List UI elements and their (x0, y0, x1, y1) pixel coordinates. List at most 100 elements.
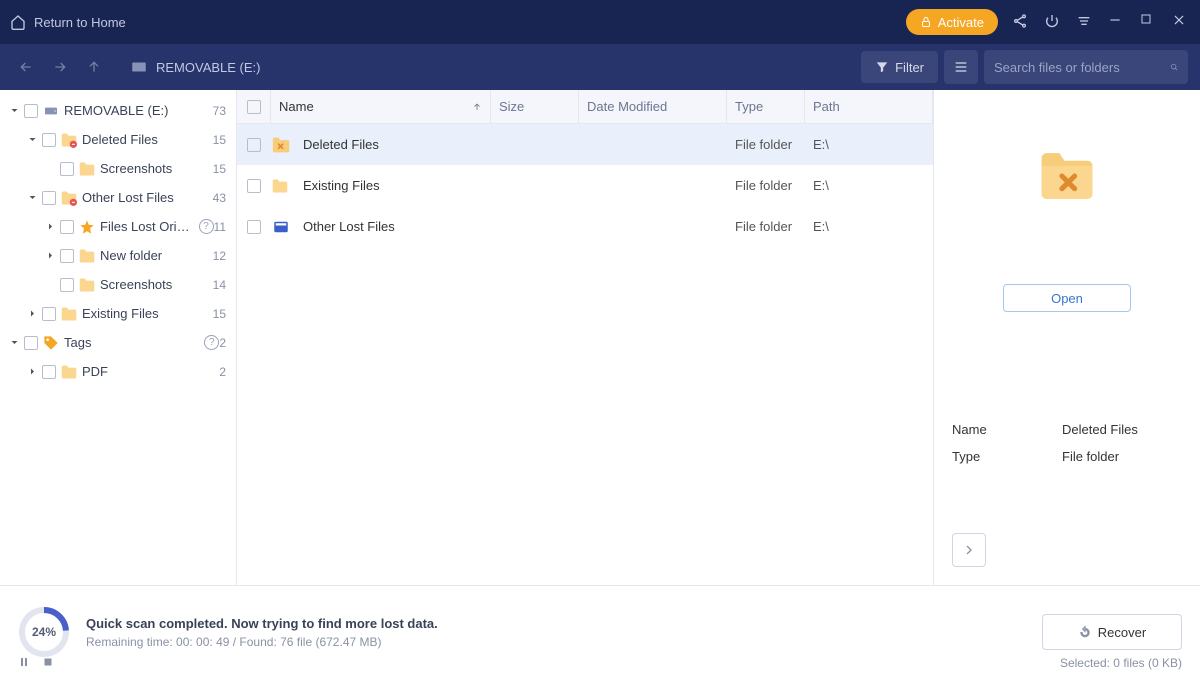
scan-detail-text: Remaining time: 00: 00: 49 / Found: 76 f… (86, 635, 438, 649)
tree-item[interactable]: REMOVABLE (E:) 73 (0, 96, 236, 125)
pause-button[interactable] (18, 656, 32, 670)
row-type: File folder (727, 137, 805, 152)
tree-item[interactable]: New folder 12 (0, 241, 236, 270)
col-size[interactable]: Size (491, 90, 579, 123)
maximize-icon[interactable] (1140, 13, 1158, 31)
tree-checkbox[interactable] (60, 162, 74, 176)
folder-icon (78, 276, 96, 294)
row-path: E:\ (805, 178, 933, 193)
tree-label: REMOVABLE (E:) (64, 103, 213, 118)
tree-item[interactable]: Other Lost Files 43 (0, 183, 236, 212)
search-input[interactable] (994, 60, 1170, 75)
details-panel: Open NameDeleted FilesTypeFile folder (934, 90, 1200, 585)
detail-property: NameDeleted Files (952, 422, 1182, 437)
power-icon[interactable] (1044, 13, 1062, 31)
tree-checkbox[interactable] (24, 336, 38, 350)
file-row[interactable]: Deleted Files File folder E:\ (237, 124, 933, 165)
nav-back-button[interactable] (12, 53, 40, 81)
row-checkbox[interactable] (247, 220, 261, 234)
nav-up-button[interactable] (80, 53, 108, 81)
file-row[interactable]: Other Lost Files File folder E:\ (237, 206, 933, 247)
tree-count: 12 (213, 249, 226, 263)
row-type: File folder (727, 178, 805, 193)
tree-item[interactable]: PDF 2 (0, 357, 236, 386)
folder-del-icon (60, 189, 78, 207)
selection-info: Selected: 0 files (0 KB) (1060, 656, 1182, 670)
expand-icon[interactable] (26, 309, 38, 318)
hamburger-button[interactable] (944, 50, 978, 84)
col-name[interactable]: Name (271, 90, 491, 123)
expand-icon[interactable] (26, 135, 38, 144)
tree-checkbox[interactable] (42, 365, 56, 379)
drive-icon (130, 58, 148, 76)
file-row[interactable]: Existing Files File folder E:\ (237, 165, 933, 206)
breadcrumb: REMOVABLE (E:) (130, 58, 261, 76)
recover-button[interactable]: Recover (1042, 614, 1182, 650)
menu-icon[interactable] (1076, 13, 1094, 31)
titlebar: Return to Home Activate (0, 0, 1200, 44)
tree-checkbox[interactable] (24, 104, 38, 118)
tree-item[interactable]: Screenshots 14 (0, 270, 236, 299)
help-icon[interactable]: ? (204, 335, 219, 350)
tree-checkbox[interactable] (42, 307, 56, 321)
row-path: E:\ (805, 137, 933, 152)
search-box[interactable] (984, 50, 1188, 84)
col-date[interactable]: Date Modified (579, 90, 727, 123)
expand-icon[interactable] (26, 367, 38, 376)
share-icon[interactable] (1012, 13, 1030, 31)
folder-deleted-icon (1035, 148, 1099, 204)
file-list: Name Size Date Modified Type Path Delete… (237, 90, 934, 585)
help-icon[interactable]: ? (199, 219, 214, 234)
tree-item[interactable]: Deleted Files 15 (0, 125, 236, 154)
progress-ring: 24% (18, 606, 70, 658)
tree-count: 11 (214, 220, 226, 234)
tree-count: 15 (213, 307, 226, 321)
expand-icon[interactable] (8, 106, 20, 115)
stop-button[interactable] (42, 656, 56, 670)
sidebar-tree: REMOVABLE (E:) 73 Deleted Files 15 Scree… (0, 90, 237, 585)
return-home-link[interactable]: Return to Home (34, 15, 126, 30)
open-button[interactable]: Open (1003, 284, 1131, 312)
tree-count: 15 (213, 133, 226, 147)
expand-icon[interactable] (44, 251, 56, 260)
row-type: File folder (727, 219, 805, 234)
expand-icon[interactable] (26, 193, 38, 202)
expand-icon[interactable] (44, 222, 56, 231)
filter-button[interactable]: Filter (861, 51, 938, 83)
tree-label: Other Lost Files (82, 190, 213, 205)
tree-checkbox[interactable] (60, 278, 74, 292)
minimize-icon[interactable] (1108, 13, 1126, 31)
next-button[interactable] (952, 533, 986, 567)
row-checkbox[interactable] (247, 138, 261, 152)
folder-icon (271, 178, 295, 194)
home-icon[interactable] (10, 14, 26, 30)
tree-item[interactable]: Tags ? 2 (0, 328, 236, 357)
row-checkbox[interactable] (247, 179, 261, 193)
drive-icon (42, 102, 60, 120)
col-type[interactable]: Type (727, 90, 805, 123)
row-path: E:\ (805, 219, 933, 234)
activate-button[interactable]: Activate (906, 9, 998, 35)
nav-forward-button[interactable] (46, 53, 74, 81)
row-name: Deleted Files (295, 137, 491, 152)
col-path[interactable]: Path (805, 90, 933, 123)
filter-icon (875, 60, 889, 74)
tree-count: 2 (219, 336, 226, 350)
tree-label: Screenshots (100, 161, 213, 176)
tree-item[interactable]: Files Lost Original N... ? 11 (0, 212, 236, 241)
tree-checkbox[interactable] (60, 220, 74, 234)
tree-checkbox[interactable] (42, 133, 56, 147)
tree-count: 73 (213, 104, 226, 118)
tree-count: 14 (213, 278, 226, 292)
tree-item[interactable]: Existing Files 15 (0, 299, 236, 328)
tree-item[interactable]: Screenshots 15 (0, 154, 236, 183)
tree-checkbox[interactable] (60, 249, 74, 263)
select-all-checkbox[interactable] (247, 100, 261, 114)
tree-label: Tags (64, 335, 202, 350)
expand-icon[interactable] (8, 338, 20, 347)
close-icon[interactable] (1172, 13, 1190, 31)
tree-label: Existing Files (82, 306, 213, 321)
navbar: REMOVABLE (E:) Filter (0, 44, 1200, 90)
tree-label: New folder (100, 248, 213, 263)
tree-checkbox[interactable] (42, 191, 56, 205)
